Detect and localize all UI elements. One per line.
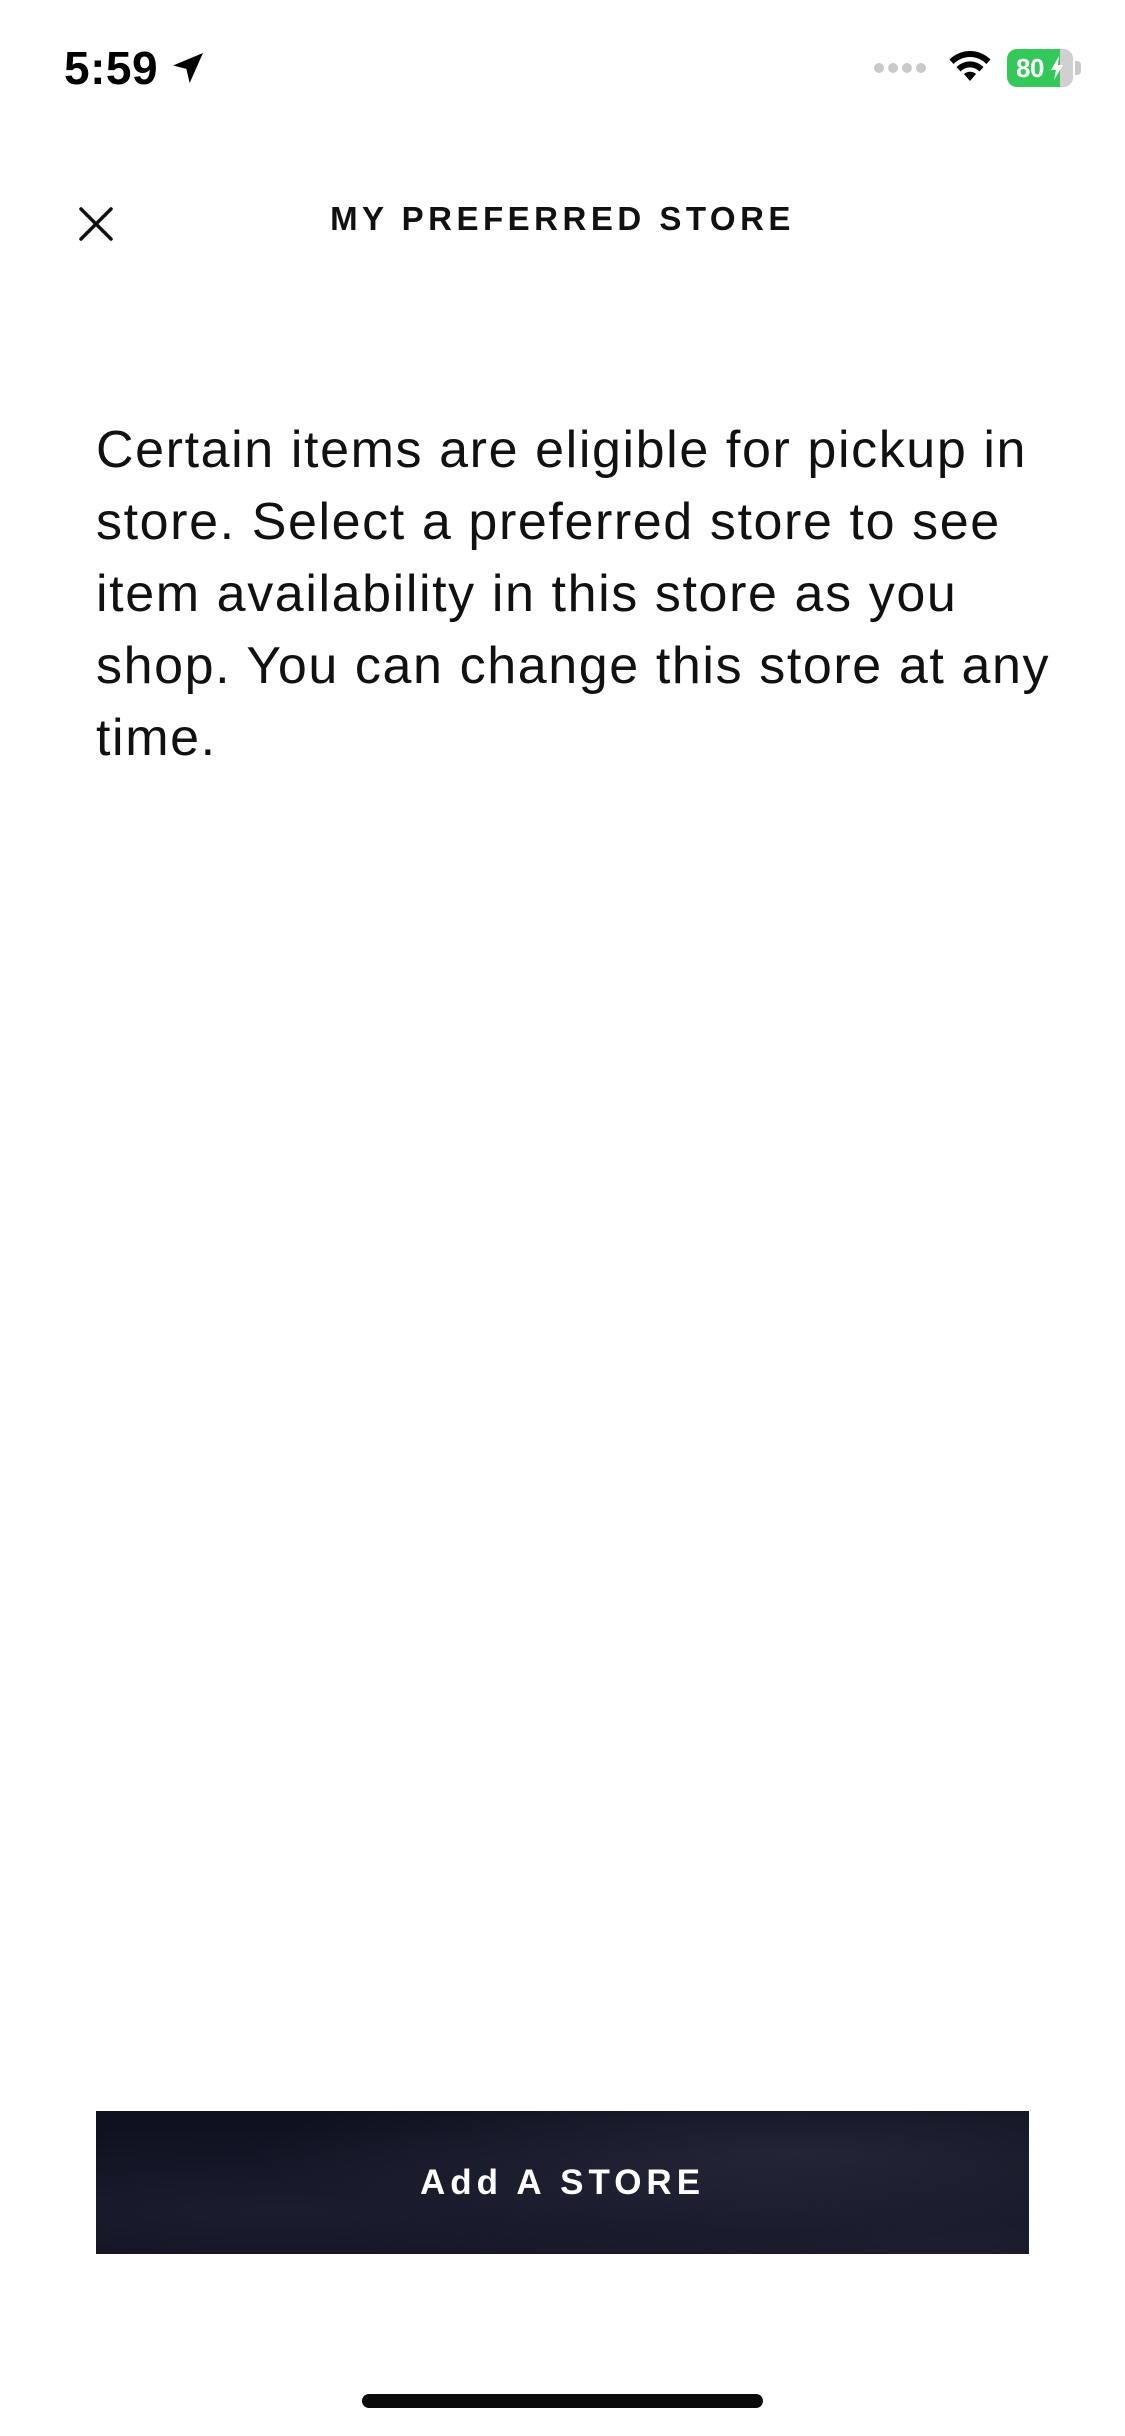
signal-dots-icon (874, 63, 926, 73)
charging-bolt-icon (1050, 56, 1063, 80)
status-time-group: 5:59 (64, 38, 208, 98)
add-store-button[interactable]: Add A STORE (96, 2111, 1029, 2254)
status-indicators: 80 (873, 48, 1081, 88)
store-pickup-description: Certain items are eligible for pickup in… (96, 421, 1051, 767)
battery-body: 80 (1007, 49, 1073, 87)
location-arrow-icon (173, 53, 204, 83)
status-time: 5:59 (64, 42, 159, 94)
battery-cap (1075, 61, 1081, 75)
page-title: MY PREFERRED STORE (330, 200, 795, 237)
header: MY PREFERRED STORE (0, 170, 1125, 260)
home-indicator[interactable] (362, 2394, 763, 2408)
battery-charging-icon: 80 (1007, 49, 1081, 87)
battery-percent: 80 (1016, 52, 1044, 83)
add-store-label: Add A STORE (419, 2162, 706, 2202)
wifi-icon (949, 51, 991, 81)
status-bar: 5:59 80 (0, 0, 1125, 140)
